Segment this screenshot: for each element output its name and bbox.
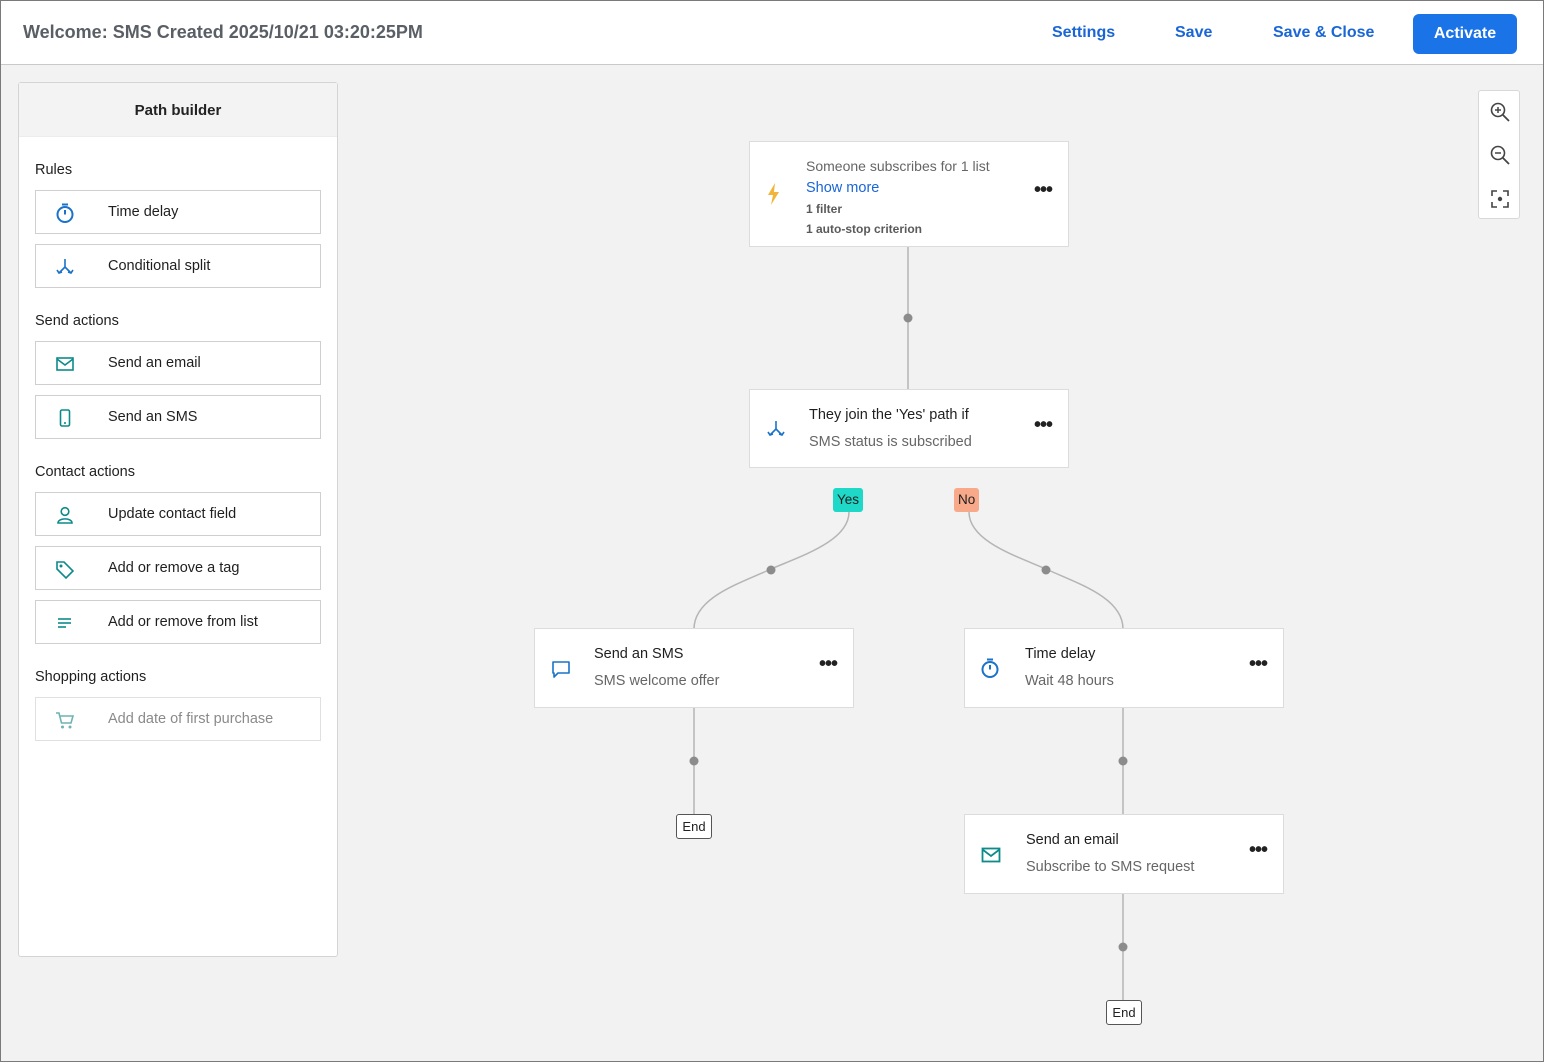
chat-bubble-icon: [549, 657, 573, 681]
yes-branch-tag[interactable]: Yes: [833, 488, 864, 512]
trigger-card[interactable]: Someone subscribes for 1 list Show more …: [749, 141, 1069, 247]
trigger-filter-count: 1 filter: [806, 202, 843, 216]
connector-dot: [1118, 756, 1128, 766]
split-condition: SMS status is subscribed: [809, 434, 972, 450]
stopwatch-icon: [978, 656, 1002, 680]
lightning-icon: [762, 182, 786, 206]
show-more-link[interactable]: Show more: [806, 180, 879, 196]
more-options-icon[interactable]: •••: [815, 654, 841, 680]
connector-dot: [689, 756, 699, 766]
more-options-icon[interactable]: •••: [1245, 840, 1271, 866]
end-node-no: End: [1106, 1000, 1142, 1025]
sms-node-subtitle: SMS welcome offer: [594, 673, 720, 689]
trigger-autostop: 1 auto-stop criterion: [806, 222, 923, 236]
split-title: They join the 'Yes' path if: [809, 407, 969, 423]
connector-dot: [903, 313, 913, 323]
email-node-subtitle: Subscribe to SMS request: [1026, 859, 1195, 875]
envelope-icon: [979, 843, 1003, 867]
delay-node-title: Time delay: [1025, 646, 1096, 662]
send-email-card[interactable]: Send an email Subscribe to SMS request •…: [964, 814, 1284, 894]
delay-node-subtitle: Wait 48 hours: [1025, 673, 1114, 689]
more-options-icon[interactable]: •••: [1030, 415, 1056, 441]
flow-canvas: Someone subscribes for 1 list Show more …: [1, 1, 1544, 1062]
no-branch-tag[interactable]: No: [954, 488, 980, 512]
email-node-title: Send an email: [1026, 832, 1119, 848]
conditional-split-card[interactable]: They join the 'Yes' path if SMS status i…: [749, 389, 1069, 468]
sms-node-title: Send an SMS: [594, 646, 684, 662]
more-options-icon[interactable]: •••: [1030, 180, 1056, 206]
split-icon: [764, 417, 788, 441]
trigger-title: Someone subscribes for 1 list: [806, 158, 990, 174]
connector-dot: [766, 565, 776, 575]
end-node-yes: End: [676, 814, 712, 839]
more-options-icon[interactable]: •••: [1245, 654, 1271, 680]
time-delay-card[interactable]: Time delay Wait 48 hours •••: [964, 628, 1284, 708]
connector-dot: [1041, 565, 1051, 575]
connector-dot: [1118, 942, 1128, 952]
send-sms-card[interactable]: Send an SMS SMS welcome offer •••: [534, 628, 854, 708]
